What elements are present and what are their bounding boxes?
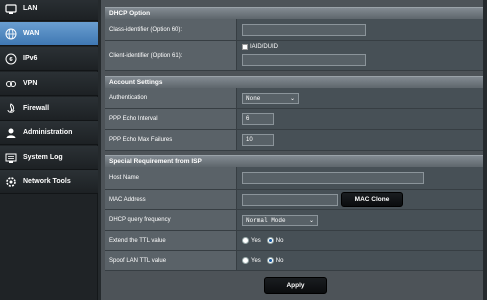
settings-panel: DHCP Option Class-identifier (Option 60)… — [105, 0, 483, 300]
sidebar-item-lan[interactable]: LAN — [0, 0, 98, 21]
sidebar-item-vpn[interactable]: VPN — [0, 72, 98, 96]
spoof-lan-ttl-radio-group: Yes No — [242, 251, 289, 270]
row-class-identifier: Class-identifier (Option 60): — [105, 19, 483, 41]
sidebar-item-label: IPv6 — [23, 55, 38, 62]
row-dhcp-query-frequency: DHCP query frequency Normal Mode ⌄ — [105, 210, 483, 231]
sidebar-item-system-log[interactable]: System Log — [0, 146, 98, 170]
firewall-icon — [5, 102, 17, 115]
no-label: No — [275, 237, 284, 244]
dhcp-query-frequency-value: Normal Mode — [246, 217, 286, 224]
extend-ttl-radio-group: Yes No — [242, 231, 289, 250]
sidebar-item-label: LAN — [23, 5, 38, 12]
dhcp-query-frequency-label: DHCP query frequency — [105, 210, 237, 230]
sidebar-item-ipv6[interactable]: 6 IPv6 — [0, 47, 98, 71]
iaid-duid-label: IAID/DUID — [250, 44, 279, 50]
row-ppp-echo-interval: PPP Echo Interval 6 — [105, 109, 483, 130]
class-identifier-input[interactable] — [242, 24, 366, 36]
lan-icon — [5, 3, 17, 15]
row-extend-ttl: Extend the TTL value Yes No — [105, 231, 483, 251]
spoof-lan-ttl-yes-radio[interactable] — [242, 257, 249, 264]
vpn-icon — [5, 78, 17, 90]
row-ppp-echo-max-failures: PPP Echo Max Failures 10 — [105, 130, 483, 151]
section-header-dhcp-option: DHCP Option — [105, 7, 483, 19]
sidebar-item-label: VPN — [23, 80, 38, 87]
iaid-duid-option[interactable]: IAID/DUID — [242, 44, 278, 50]
sidebar-item-wan[interactable]: WAN — [0, 22, 98, 46]
chevron-down-icon: ⌄ — [289, 95, 295, 102]
section-header-special-requirement: Special Requirement from ISP — [105, 155, 483, 167]
system-log-icon — [5, 152, 17, 164]
row-mac-address: MAC Address MAC Clone — [105, 190, 483, 210]
authentication-value: None — [246, 95, 261, 102]
sidebar-item-label: Firewall — [23, 105, 50, 112]
class-identifier-label: Class-identifier (Option 60): — [105, 19, 237, 40]
row-spoof-lan-ttl: Spoof LAN TTL value Yes No — [105, 251, 483, 271]
ipv6-icon: 6 — [5, 53, 17, 65]
sidebar-item-administration[interactable]: Administration — [0, 121, 98, 145]
spoof-lan-ttl-no-radio[interactable] — [266, 257, 274, 264]
authentication-label: Authentication — [105, 88, 237, 108]
mac-clone-button[interactable]: MAC Clone — [341, 192, 403, 207]
apply-button[interactable]: Apply — [264, 277, 327, 294]
wan-globe-icon — [5, 28, 17, 40]
main-content: DHCP Option Class-identifier (Option 60)… — [101, 0, 483, 300]
client-identifier-label: Client-identifier (Option 61): — [105, 41, 237, 70]
sidebar-item-label: Network Tools — [23, 178, 71, 185]
sidebar: LAN WAN 6 IPv6 VPN Firewall Administrati… — [0, 0, 98, 300]
chevron-down-icon: ⌄ — [308, 217, 314, 224]
row-client-identifier: Client-identifier (Option 61): IAID/DUID — [105, 41, 483, 71]
ppp-echo-max-failures-label: PPP Echo Max Failures — [105, 130, 237, 150]
spoof-lan-ttl-label: Spoof LAN TTL value — [105, 251, 237, 270]
dhcp-query-frequency-select[interactable]: Normal Mode ⌄ — [242, 215, 318, 226]
sidebar-item-label: System Log — [23, 154, 63, 161]
sidebar-item-firewall[interactable]: Firewall — [0, 97, 98, 121]
row-host-name: Host Name — [105, 167, 483, 190]
ppp-echo-max-failures-input[interactable]: 10 — [242, 134, 274, 146]
extend-ttl-yes-radio[interactable] — [242, 237, 249, 244]
mac-address-label: MAC Address — [105, 190, 237, 209]
host-name-label: Host Name — [105, 167, 237, 189]
administration-icon — [5, 127, 17, 139]
mac-address-input[interactable] — [242, 194, 338, 206]
authentication-select[interactable]: None ⌄ — [242, 93, 299, 104]
no-label: No — [275, 257, 284, 264]
svg-text:6: 6 — [9, 57, 13, 63]
ppp-echo-interval-input[interactable]: 6 — [242, 113, 274, 125]
yes-label: Yes — [251, 257, 261, 264]
ppp-echo-interval-label: PPP Echo Interval — [105, 109, 237, 129]
iaid-duid-checkbox[interactable] — [242, 44, 248, 50]
client-identifier-input[interactable] — [242, 54, 366, 66]
row-authentication: Authentication None ⌄ — [105, 88, 483, 109]
section-header-account-settings: Account Settings — [105, 76, 483, 88]
yes-label: Yes — [251, 237, 261, 244]
host-name-input[interactable] — [242, 172, 424, 184]
extend-ttl-label: Extend the TTL value — [105, 231, 237, 250]
extend-ttl-no-radio[interactable] — [266, 237, 274, 244]
sidebar-item-label: Administration — [23, 129, 73, 136]
sidebar-item-network-tools[interactable]: Network Tools — [0, 170, 98, 194]
sidebar-item-label: WAN — [23, 30, 40, 37]
network-tools-icon — [5, 176, 17, 188]
